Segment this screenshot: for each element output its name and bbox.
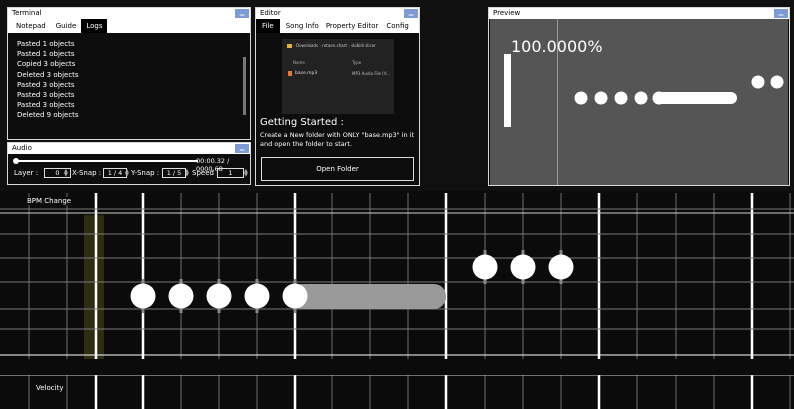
preview-canvas[interactable]: 100.0000%	[490, 19, 788, 185]
tap-note[interactable]	[510, 254, 536, 280]
audio-panel: Audio ▁ 00:00.32 / 0000.68 Layer : 0 ▲ ▼ X…	[7, 142, 251, 185]
getting-started-text: Create a New folder with ONLY "base.mp3"…	[260, 131, 415, 148]
preview-title: Preview	[493, 9, 521, 17]
preview-note	[574, 91, 588, 105]
speed-stepper-icon[interactable]: ▲ ▼	[244, 169, 248, 178]
col-name: Name	[293, 60, 305, 65]
ysnap-stepper-icon[interactable]: ▲ ▼	[185, 169, 189, 178]
tab-file[interactable]: File	[256, 19, 280, 33]
speed-label: Speed :	[192, 169, 219, 177]
collapse-icon[interactable]: ▁	[235, 144, 249, 153]
preview-note	[594, 91, 608, 105]
preview-note	[751, 75, 765, 89]
bpm-change-row[interactable]: BPM Change	[0, 191, 794, 213]
breadcrumb-item: rotaen.chart	[322, 43, 347, 48]
tap-note[interactable]	[168, 283, 194, 309]
chart-timeline[interactable]: BPM Change Velocity	[0, 191, 794, 409]
tab-property-editor[interactable]: Property Editor	[322, 19, 383, 33]
breadcrumb-item: Downloads	[296, 43, 319, 48]
preview-note	[614, 91, 628, 105]
bpm-change-label: BPM Change	[27, 197, 72, 205]
preview-notes	[574, 75, 784, 105]
tap-note[interactable]	[548, 254, 574, 280]
collapse-icon[interactable]: ▁	[774, 9, 788, 18]
editor-panel: Editor ▁ File Song Info Property Editor C…	[255, 7, 420, 186]
log-line: Copied 3 objects	[17, 60, 76, 69]
ysnap-label: Y-Snap :	[131, 169, 160, 177]
log-line: Pasted 3 objects	[17, 80, 75, 89]
preview-note	[634, 91, 648, 105]
audio-file-icon	[288, 71, 292, 76]
audio-title: Audio	[12, 144, 32, 152]
terminal-titlebar[interactable]: Terminal ▁	[8, 8, 250, 19]
velocity-row[interactable]: Velocity	[0, 377, 794, 399]
log-line: Pasted 1 objects	[17, 40, 75, 48]
terminal-panel: Terminal ▁ Notepad Guide Logs Pasted 1 ob…	[7, 7, 251, 140]
audio-seek-handle[interactable]	[13, 158, 19, 164]
xsnap-input[interactable]: 1 / 4	[103, 168, 127, 178]
tap-note[interactable]	[244, 283, 270, 309]
tap-note[interactable]	[206, 283, 232, 309]
tap-note[interactable]	[472, 254, 498, 280]
folder-icon	[287, 44, 292, 48]
speed-input[interactable]: 1	[217, 168, 244, 178]
editor-titlebar[interactable]: Editor ▁	[256, 8, 419, 19]
audio-seek-bar[interactable]	[15, 160, 198, 162]
tap-note[interactable]	[282, 283, 308, 309]
editor-tabs: File Song Info Property Editor Config	[256, 19, 419, 33]
log-line: Deleted 9 objects	[17, 111, 79, 120]
xsnap-stepper-icon[interactable]: ▲ ▼	[125, 169, 129, 178]
collapse-icon[interactable]: ▁	[235, 9, 249, 18]
tab-guide[interactable]: Guide	[51, 19, 82, 33]
editor-title: Editor	[260, 9, 281, 17]
tab-logs[interactable]: Logs	[81, 19, 108, 33]
preview-titlebar[interactable]: Preview ▁	[489, 8, 789, 19]
col-type: Type	[352, 60, 362, 65]
open-folder-button[interactable]: Open Folder	[261, 157, 414, 181]
ysnap-input[interactable]: 1 / 5	[162, 168, 186, 178]
log-line: Pasted 3 objects	[17, 101, 75, 110]
log-scrollbar[interactable]	[243, 57, 246, 115]
tab-song-info[interactable]: Song Info	[280, 19, 322, 33]
breadcrumb-item: skibidi slicer	[351, 43, 376, 48]
explorer-breadcrumb: › Downloads › rotaen.chart › skibidi sli…	[287, 43, 376, 48]
getting-started-heading: Getting Started :	[260, 117, 344, 128]
hold-note-body[interactable]	[290, 284, 446, 309]
velocity-label: Velocity	[36, 384, 64, 392]
layer-label: Layer :	[14, 169, 39, 177]
file-name: base.mp3	[295, 71, 318, 76]
terminal-title: Terminal	[12, 9, 42, 17]
log-line: Pasted 1 objects	[17, 50, 75, 59]
layer-stepper-icon[interactable]: ▲ ▼	[64, 169, 68, 178]
preview-panel: Preview ▁ 100.0000%	[488, 7, 790, 186]
preview-note	[652, 91, 666, 105]
tab-config[interactable]: Config	[382, 19, 412, 33]
file-explorer-preview: › Downloads › rotaen.chart › skibidi sli…	[282, 39, 394, 114]
log-list[interactable]: Pasted 1 objects Pasted 1 objects Copied…	[8, 33, 250, 121]
audio-titlebar[interactable]: Audio ▁	[8, 143, 250, 154]
preview-note	[770, 75, 784, 89]
tap-note[interactable]	[130, 283, 156, 309]
log-line: Deleted 3 objects	[17, 70, 79, 79]
xsnap-label: X-Snap :	[72, 169, 102, 177]
log-line: Pasted 3 objects	[17, 90, 75, 99]
app-window: BPM Change Velocity Terminal ▁ Notepad Gu…	[0, 0, 794, 409]
file-type: MP3 Audio File (V...	[352, 71, 390, 76]
terminal-tabs: Notepad Guide Logs	[8, 19, 250, 33]
tab-notepad[interactable]: Notepad	[8, 19, 51, 33]
collapse-icon[interactable]: ▁	[404, 9, 418, 18]
